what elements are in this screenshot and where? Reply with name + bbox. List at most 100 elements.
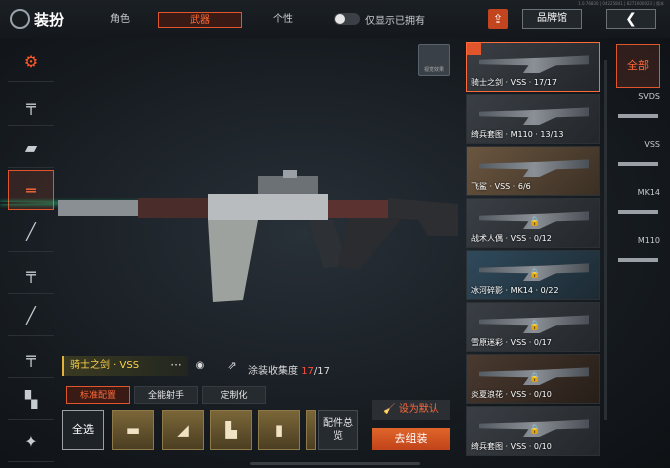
collection-progress: 涂装收集度 17/17 bbox=[248, 362, 330, 377]
skin-list: 骑士之剑 · VSS · 17/17 绮兵套图 · M110 · 13/13 飞… bbox=[466, 40, 600, 468]
skin-list-scrollbar[interactable] bbox=[604, 60, 607, 420]
skin-card-label: 战术人偶 · VSS · 0/12 bbox=[471, 234, 552, 243]
handguard bbox=[138, 198, 208, 218]
skin-card-label: 绮兵套图 · VSS · 0/10 bbox=[471, 442, 552, 451]
lock-icon: 🔒 bbox=[529, 373, 541, 383]
select-all-button[interactable]: 全选 bbox=[62, 410, 104, 450]
equipped-flag-icon bbox=[467, 43, 481, 55]
skin-card[interactable]: 🔒 冰河碎影 · MK14 · 0/22 bbox=[466, 250, 600, 300]
filter-label: SVDS bbox=[638, 92, 660, 101]
owned-only-label: 仅显示已拥有 bbox=[365, 16, 425, 27]
back-icon[interactable] bbox=[10, 9, 30, 29]
sight-post bbox=[283, 170, 297, 178]
version-text: 1.0.76830 | 04225841 | 8271600023 | 版本 bbox=[578, 1, 664, 6]
tab-personality[interactable]: 个性 bbox=[266, 12, 300, 28]
grip-icon: ▙ bbox=[225, 421, 237, 439]
skin-card[interactable]: 骑士之剑 · VSS · 17/17 bbox=[466, 42, 600, 92]
skin-card[interactable]: 飞鲨 · VSS · 6/6 bbox=[466, 146, 600, 196]
lock-icon: 🔒 bbox=[529, 321, 541, 331]
category-smg[interactable]: ╤ bbox=[8, 254, 54, 294]
top-bar: 装扮 角色 武器 个性 仅显示已拥有 ⇪ 品牌馆 ❮ 1.0.76830 | 0… bbox=[0, 0, 670, 38]
magazine-icon: ▮ bbox=[274, 421, 284, 439]
eye-icon[interactable]: ◉ bbox=[190, 356, 210, 376]
skin-card[interactable]: 🔒 战术人偶 · VSS · 0/12 bbox=[466, 198, 600, 248]
skin-card-label: 炎夏浪花 · VSS · 0/10 bbox=[471, 390, 552, 399]
tab-standard-config[interactable]: 标准配置 bbox=[66, 386, 130, 404]
set-default-label: 设为默认 bbox=[398, 404, 439, 415]
weapon-silhouette-icon bbox=[618, 114, 658, 118]
weapon-render[interactable] bbox=[58, 170, 468, 320]
part-scope[interactable] bbox=[306, 410, 316, 450]
part-magazine[interactable]: ▮ bbox=[258, 410, 300, 450]
brand-hall-button[interactable]: 品牌馆 bbox=[522, 9, 582, 29]
part-grip[interactable]: ▙ bbox=[210, 410, 252, 450]
tab-character[interactable]: 角色 bbox=[100, 12, 140, 28]
assemble-button[interactable]: 去组装 bbox=[372, 428, 450, 450]
assault-rifle-icon: ╤ bbox=[26, 96, 36, 115]
filter-svds[interactable]: SVDS bbox=[614, 92, 662, 132]
buttstock bbox=[388, 198, 458, 236]
collection-label: 涂装收集度 bbox=[248, 366, 298, 377]
category-marksman-rifle[interactable]: ═ bbox=[8, 170, 54, 210]
lock-icon: 🔒 bbox=[529, 425, 541, 435]
skin-card[interactable]: 🔒 雪原迷彩 · VSS · 0/17 bbox=[466, 302, 600, 352]
parts-overview-button[interactable]: 配件总览 bbox=[318, 410, 358, 450]
category-melee[interactable]: ✦ bbox=[8, 422, 54, 462]
more-button[interactable]: ··· bbox=[164, 356, 188, 376]
filter-vss[interactable]: VSS bbox=[614, 140, 662, 180]
lock-icon: 🔒 bbox=[529, 269, 541, 279]
category-sniper-rifle[interactable]: ╱ bbox=[8, 212, 54, 252]
rear-sight bbox=[258, 176, 318, 194]
visual-effect-button[interactable]: 视觉效果 bbox=[418, 44, 450, 76]
melee-icon: ✦ bbox=[24, 432, 38, 451]
set-default-button[interactable]: 🧹 设为默认 bbox=[372, 400, 450, 420]
owned-only-toggle[interactable] bbox=[334, 13, 360, 25]
category-ambassador[interactable]: ⚙ bbox=[8, 42, 54, 82]
launcher-icon: ▰ bbox=[24, 138, 38, 157]
home-indicator bbox=[250, 462, 420, 465]
sniper-rifle-icon: ╱ bbox=[26, 222, 36, 241]
skin-card[interactable]: 🔒 炎夏浪花 · VSS · 0/10 bbox=[466, 354, 600, 404]
muzzle-icon: ▬ bbox=[125, 421, 141, 439]
weapon-filter-list: 全部 SVDS VSS MK14 M110 bbox=[612, 40, 664, 468]
pistol-icon: ▚ bbox=[24, 390, 38, 409]
close-button[interactable]: ❮ bbox=[606, 9, 656, 29]
part-muzzle[interactable]: ▬ bbox=[112, 410, 154, 450]
category-shotgun[interactable]: ╱ bbox=[8, 296, 54, 336]
collection-total: /17 bbox=[313, 366, 331, 377]
skin-thumbnail bbox=[479, 107, 589, 125]
category-pistol[interactable]: ▚ bbox=[8, 380, 54, 420]
skin-card-label: 雪原迷彩 · VSS · 0/17 bbox=[471, 338, 552, 347]
folding-stock-arm bbox=[338, 218, 403, 270]
filter-label: M110 bbox=[637, 236, 660, 245]
skin-thumbnail bbox=[479, 55, 589, 73]
shotgun-icon: ╱ bbox=[26, 306, 36, 325]
category-launcher[interactable]: ▰ bbox=[8, 128, 54, 168]
weapon-silhouette-icon bbox=[618, 210, 658, 214]
skin-card-label: 绮兵套图 · M110 · 13/13 bbox=[471, 130, 564, 139]
share-icon[interactable]: ⇪ bbox=[488, 9, 508, 29]
page-title: 装扮 bbox=[34, 11, 65, 29]
stock-icon: ◢ bbox=[177, 421, 189, 439]
filter-all-button[interactable]: 全部 bbox=[616, 44, 660, 88]
skin-card[interactable]: 🔒 绮兵套图 · VSS · 0/10 bbox=[466, 406, 600, 456]
filter-mk14[interactable]: MK14 bbox=[614, 188, 662, 228]
category-lmg[interactable]: ╤ bbox=[8, 338, 54, 378]
marksman-rifle-icon: ═ bbox=[26, 180, 36, 200]
tab-customize[interactable]: 定制化 bbox=[202, 386, 266, 404]
part-stock[interactable]: ◢ bbox=[162, 410, 204, 450]
skin-card-label: 冰河碎影 · MK14 · 0/22 bbox=[471, 286, 559, 295]
filter-m110[interactable]: M110 bbox=[614, 236, 662, 276]
stock-tube bbox=[328, 200, 388, 218]
skin-card[interactable]: 绮兵套图 · M110 · 13/13 bbox=[466, 94, 600, 144]
tab-weapon[interactable]: 武器 bbox=[158, 12, 242, 28]
lmg-icon: ╤ bbox=[26, 348, 36, 367]
tab-all-round-shooter[interactable]: 全能射手 bbox=[134, 386, 198, 404]
category-assault-rifle[interactable]: ╤ bbox=[8, 86, 54, 126]
weapon-silhouette-icon bbox=[618, 162, 658, 166]
export-icon[interactable]: ⇗ bbox=[222, 356, 242, 376]
lock-icon: 🔒 bbox=[529, 217, 541, 227]
receiver bbox=[208, 194, 328, 220]
ambassador-icon: ⚙ bbox=[23, 52, 39, 71]
skin-thumbnail bbox=[479, 159, 589, 177]
